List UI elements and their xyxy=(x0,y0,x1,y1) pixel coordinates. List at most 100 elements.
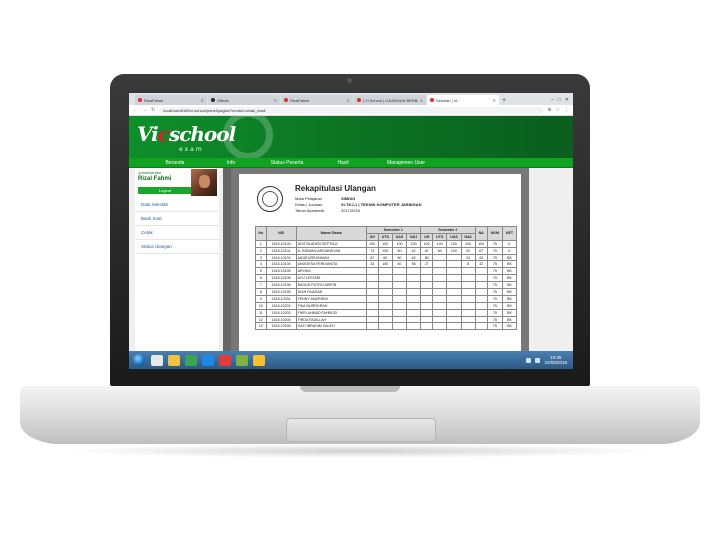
main-menu: Beranda Info Status Peserta Hasil Manaje… xyxy=(129,158,573,168)
table-cell: 75 xyxy=(486,322,504,331)
sidebar-item-bank-soal[interactable]: Bank Soal xyxy=(135,212,219,226)
table-cell xyxy=(420,288,434,296)
table-cell: 32 xyxy=(474,260,488,269)
table-cell: 100 xyxy=(406,239,422,248)
col-sub-header: NA1 xyxy=(406,232,422,241)
start-button[interactable] xyxy=(133,354,145,366)
content-area: Administrator Rizal Fahmi Logout Data Se… xyxy=(129,168,573,369)
tab-close-icon[interactable]: ✕ xyxy=(274,98,277,103)
table-cell: BAGUS PUTRO ARIFIN xyxy=(295,281,367,290)
table-row: 11 1516.10203 FIKRI AHMAD FAHROZI 75 BK xyxy=(255,308,517,317)
menu-item-manajemen-user[interactable]: Manajemen User xyxy=(371,160,441,166)
tab-close-icon[interactable]: ✕ xyxy=(201,98,204,103)
browser-tab[interactable]: | Vi School | UJIANGAN BERB/✕ xyxy=(354,95,426,105)
new-tab-button[interactable]: + xyxy=(500,97,508,105)
col-na: NA xyxy=(474,226,488,241)
table-cell: AYU LESTARI xyxy=(295,274,367,283)
taskbar-app-icon[interactable] xyxy=(202,354,214,366)
browser-tab[interactable]: RizaFahmi ✕ xyxy=(135,95,207,105)
site-logo[interactable]: Vicschool xyxy=(137,122,236,146)
taskbar-app-icon[interactable] xyxy=(185,354,197,366)
volume-icon[interactable] xyxy=(535,357,541,363)
tab-close-icon[interactable]: ✕ xyxy=(347,98,350,103)
maximize-icon[interactable]: □ xyxy=(558,97,561,103)
taskbar-app-icon[interactable] xyxy=(236,354,248,366)
table-cell: 1516.10204 xyxy=(265,315,297,324)
table-cell: 27 xyxy=(420,260,434,269)
menu-item-hasil[interactable]: Hasil xyxy=(315,160,371,166)
url-input[interactable]: localhost:8080/vi-school/panel/pages/?mo… xyxy=(159,106,544,114)
table-cell xyxy=(391,294,408,303)
table-cell: 100 xyxy=(460,239,476,248)
sidebar-item-data-sekolah[interactable]: Data Sekolah xyxy=(135,198,219,212)
table-cell: 11 xyxy=(255,308,267,317)
col-semester-2: Semester 2 xyxy=(420,226,476,234)
sidebar-item-cetak[interactable]: Cetak xyxy=(135,226,219,240)
table-cell: HAFI IBRAHIM SALEH xyxy=(295,322,367,331)
table-cell xyxy=(406,315,422,324)
table-cell: 1516.10203 xyxy=(265,308,297,317)
table-cell xyxy=(432,288,448,296)
table-cell xyxy=(420,301,434,310)
taskbar-app-icon[interactable] xyxy=(219,354,231,366)
sidebar-item-status-ulangan[interactable]: Status Ulangan xyxy=(135,240,219,254)
table-cell xyxy=(432,308,448,317)
star-icon[interactable]: ☆ xyxy=(556,107,560,113)
table-cell xyxy=(446,294,462,303)
table-cell: BK xyxy=(502,281,517,290)
reload-icon[interactable]: ↻ xyxy=(151,107,155,113)
zoom-icon[interactable]: ⊕ xyxy=(547,107,551,113)
clock[interactable]: 10:36 22/05/2018 xyxy=(544,355,567,365)
taskbar-app-icon[interactable] xyxy=(253,354,265,366)
taskbar-app-icon[interactable] xyxy=(151,354,163,366)
network-icon[interactable] xyxy=(526,357,532,363)
table-cell xyxy=(474,288,488,296)
table-cell xyxy=(391,301,408,310)
table-cell xyxy=(420,322,434,331)
col-sub-header: UH xyxy=(420,232,434,241)
table-cell: 100 xyxy=(377,260,393,269)
table-cell: AIDATURROHMAH xyxy=(295,253,367,262)
close-icon[interactable]: ✕ xyxy=(565,97,569,103)
browser-tab[interactable]: Github ✕ xyxy=(208,95,280,105)
table-cell: 56 xyxy=(406,260,422,269)
table-cell: 1516.10106 xyxy=(265,274,297,283)
logout-button[interactable]: Logout xyxy=(138,187,192,194)
browser-tab[interactable]: Sekolah | Vi... ✕ xyxy=(427,95,499,105)
taskbar-app-icon[interactable] xyxy=(168,354,180,366)
col-no: No xyxy=(255,226,267,241)
table-cell: BK xyxy=(502,288,517,296)
menu-item-info[interactable]: Info xyxy=(203,160,259,166)
tab-favicon-icon xyxy=(284,98,288,102)
table-cell xyxy=(460,281,476,290)
tab-close-icon[interactable]: ✕ xyxy=(493,98,496,103)
table-cell: 24 xyxy=(460,253,476,262)
user-name: Rizal Fahmi xyxy=(138,176,172,182)
menu-item-status-peserta[interactable]: Status Peserta xyxy=(259,160,315,166)
back-icon[interactable]: ← xyxy=(133,107,138,113)
table-cell: 8 xyxy=(255,288,267,296)
table-cell: 80 xyxy=(420,253,434,262)
table-cell: 60 xyxy=(391,253,408,262)
menu-icon[interactable]: ⋮ xyxy=(564,107,569,113)
logo-main: Vi xyxy=(137,122,159,146)
minimize-icon[interactable]: – xyxy=(551,97,554,103)
table-cell xyxy=(474,294,488,303)
tab-favicon-icon xyxy=(430,98,434,102)
table-cell: 75 xyxy=(486,260,504,269)
taskbar: 10:36 22/05/2018 xyxy=(129,351,573,369)
table-cell: 1516.10100 xyxy=(265,239,297,248)
logo-c: c xyxy=(157,122,170,146)
table-row: 9 1516.10201 FENNY ANDRIENI 75 BK xyxy=(255,294,517,303)
browser-tab[interactable]: RizaFahmi ✕ xyxy=(281,95,353,105)
table-cell xyxy=(365,322,379,331)
table-cell xyxy=(460,322,476,331)
tab-close-icon[interactable]: ✕ xyxy=(420,98,423,103)
table-cell xyxy=(420,294,434,303)
menu-item-beranda[interactable]: Beranda xyxy=(147,160,203,166)
forward-icon[interactable]: → xyxy=(142,107,147,113)
table-cell xyxy=(420,281,434,290)
table-cell: 62 xyxy=(406,253,422,262)
table-cell: 8 xyxy=(460,260,476,269)
table-cell: 100 xyxy=(365,239,379,248)
